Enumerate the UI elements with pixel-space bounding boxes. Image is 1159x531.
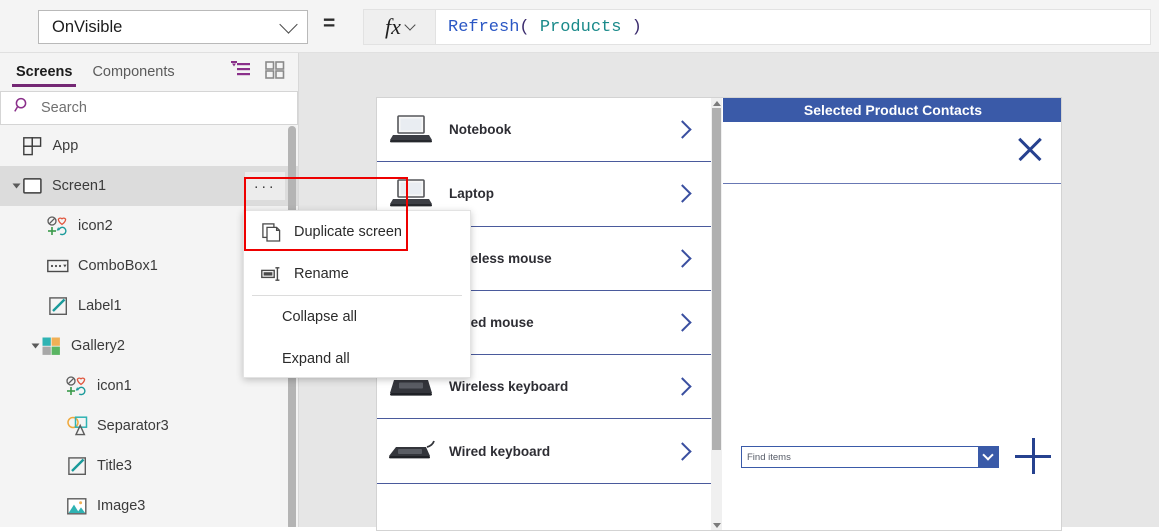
tree-item-screen1-label: Screen1 [52, 178, 107, 194]
context-menu-item-label: Collapse all [282, 309, 357, 325]
tab-screens[interactable]: Screens [12, 53, 77, 91]
thumbnail-view-icon[interactable] [265, 60, 285, 84]
fx-icon: fx [385, 14, 401, 39]
icon-control-icon [66, 376, 88, 396]
context-menu-item-label: Expand all [282, 351, 350, 367]
laptop-thumb-icon [385, 108, 437, 152]
tree-item-image3-label: Image3 [97, 498, 146, 514]
context-menu-item-label: Rename [294, 266, 349, 282]
context-menu-item-rename[interactable]: Rename [244, 253, 470, 295]
tree-item-image3[interactable]: Image3 [0, 486, 298, 526]
tree-panel-tabs: Screens Components [0, 53, 298, 91]
app-screen-surface: Notebook Laptop Wireless mouse Wired mou… [376, 97, 1062, 531]
label-icon [66, 456, 88, 476]
tree-item-combobox1-label: ComboBox1 [78, 258, 158, 274]
close-icon[interactable] [1015, 134, 1045, 164]
tab-components[interactable]: Components [88, 53, 178, 91]
gallery-row-title: Wired keyboard [449, 443, 551, 459]
gallery-row[interactable]: Wired keyboard [377, 419, 711, 484]
chevron-down-icon [404, 18, 416, 31]
image-icon [66, 496, 88, 516]
chevron-right-icon[interactable] [673, 441, 692, 461]
tree-view-icon[interactable] [231, 60, 251, 84]
form-divider [723, 183, 1061, 184]
tree-item-app[interactable]: App [0, 126, 298, 166]
find-items-combobox[interactable]: Find items [741, 446, 999, 468]
chevron-right-icon[interactable] [673, 249, 692, 268]
tree-item-title3-label: Title3 [97, 458, 132, 474]
tab-components-label: Components [92, 64, 175, 80]
chevron-right-icon[interactable] [673, 313, 692, 332]
gallery-row-title: Laptop [449, 186, 494, 202]
chevron-right-icon[interactable] [673, 120, 692, 139]
context-menu-item-duplicate-screen[interactable]: Duplicate screen [244, 211, 470, 253]
duplicate-icon [260, 222, 282, 242]
chevron-right-icon[interactable] [673, 377, 692, 397]
tree-item-gallery2-label: Gallery2 [71, 338, 125, 354]
tree-item-icon1-label: icon1 [97, 378, 132, 394]
shapes-icon [66, 416, 88, 436]
app-icon [22, 136, 44, 156]
gallery-scrollbar-thumb[interactable] [712, 108, 721, 450]
chevron-down-icon[interactable] [978, 447, 998, 467]
tree-item-separator3[interactable]: Separator3 [0, 406, 298, 446]
chevron-right-icon[interactable] [673, 184, 692, 204]
screen-icon [21, 176, 43, 196]
plus-icon[interactable] [1015, 438, 1051, 474]
selected-product-contacts-form: Selected Product Contacts Find items [723, 98, 1061, 530]
formula-token-datasource: Products [539, 17, 622, 37]
tree-item-title3[interactable]: Title3 [0, 446, 298, 486]
context-menu-item-expand-all[interactable]: Expand all [244, 338, 470, 380]
gallery-row[interactable]: Notebook [377, 98, 711, 163]
scroll-up-arrow-icon[interactable] [713, 101, 721, 106]
keyboard-thumb-icon [385, 429, 437, 473]
tree-item-app-label: App [52, 138, 79, 154]
formula-token-function: Refresh [448, 17, 520, 37]
search-placeholder: Search [41, 100, 87, 116]
fx-dropdown-button[interactable]: fx [363, 9, 435, 45]
twisty-expanded-icon[interactable] [12, 183, 21, 189]
app-canvas: Notebook Laptop Wireless mouse Wired mou… [243, 53, 1159, 531]
tree-item-label1-label: Label1 [78, 298, 122, 314]
formula-token-open-paren: ( [519, 17, 540, 37]
tree-item-separator3-label: Separator3 [97, 418, 169, 434]
tree-item-screen1[interactable]: Screen1 ··· [0, 166, 298, 206]
equals-label: = [323, 12, 336, 35]
gallery-row-title: Wired mouse [449, 315, 534, 331]
search-icon [14, 97, 31, 119]
screen-context-menu: Duplicate screen Rename Collapse all Exp… [243, 210, 471, 378]
gallery-icon [40, 336, 62, 356]
gallery-row-title: Wireless mouse [449, 250, 552, 266]
tree-item-icon2-label: icon2 [78, 218, 113, 234]
rename-icon [260, 264, 282, 284]
label-icon [47, 296, 69, 316]
search-input[interactable]: Search [0, 91, 298, 125]
form-header-title: Selected Product Contacts [723, 98, 1061, 122]
formula-bar: OnVisible = fx Refresh( Products ) [0, 0, 1159, 53]
screen1-more-options-button[interactable]: ··· [245, 172, 285, 200]
context-menu-item-label: Duplicate screen [294, 224, 402, 240]
formula-input[interactable]: Refresh( Products ) [435, 9, 1151, 45]
twisty-expanded-icon[interactable] [31, 343, 40, 349]
combobox-icon [47, 256, 69, 276]
tab-screens-label: Screens [16, 64, 73, 80]
property-dropdown-value: OnVisible [52, 17, 123, 36]
icon-control-icon [47, 216, 69, 236]
formula-token-close-paren: ) [621, 17, 642, 37]
context-menu-item-collapse-all[interactable]: Collapse all [244, 296, 470, 338]
gallery-row-title: Wireless keyboard [449, 379, 569, 395]
chevron-down-icon [279, 14, 298, 34]
scroll-down-arrow-icon[interactable] [713, 523, 721, 528]
find-items-placeholder: Find items [747, 451, 791, 463]
property-dropdown[interactable]: OnVisible [38, 10, 308, 44]
gallery-vertical-scrollbar[interactable] [711, 98, 722, 530]
gallery-row-title: Notebook [449, 122, 512, 138]
